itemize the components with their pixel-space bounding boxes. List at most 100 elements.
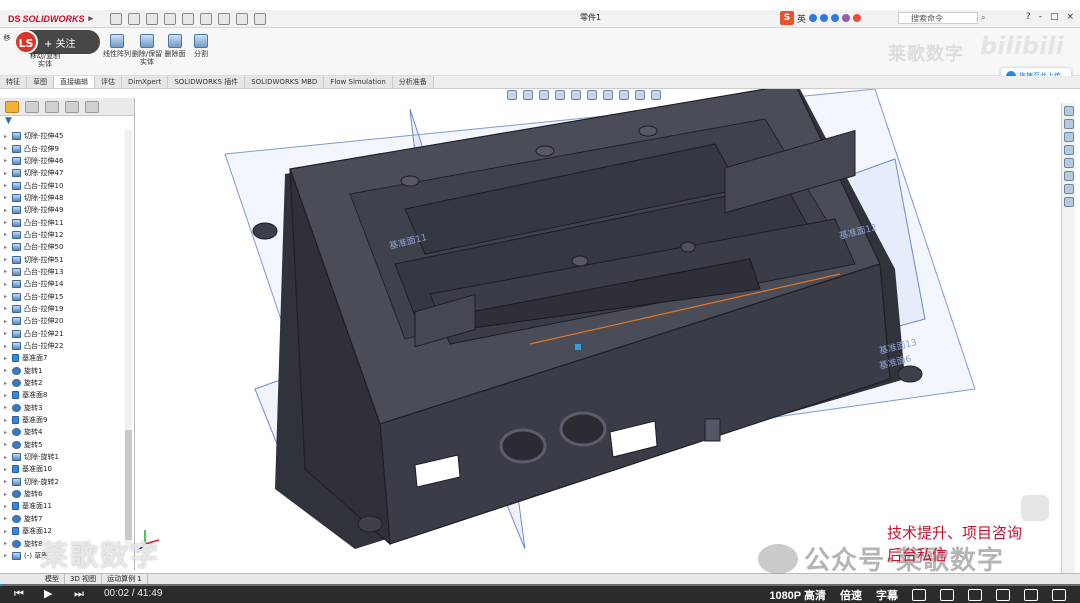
- settings-gear-icon[interactable]: [940, 589, 954, 601]
- sogou-ime-icon[interactable]: S: [780, 11, 794, 25]
- quality-button[interactable]: 1080P 高清: [769, 587, 826, 603]
- expand-arrow-icon[interactable]: ▸: [4, 454, 12, 461]
- expand-arrow-icon[interactable]: ▸: [4, 207, 12, 214]
- home-icon[interactable]: [1064, 106, 1074, 116]
- hide-show-items-icon[interactable]: [603, 90, 613, 100]
- expand-arrow-icon[interactable]: ▸: [4, 145, 12, 152]
- search-icon[interactable]: ⌕: [981, 13, 985, 23]
- search-box[interactable]: 搜索命令: [898, 12, 978, 24]
- filter-icon[interactable]: ▼: [0, 116, 134, 128]
- expand-arrow-icon[interactable]: ▸: [4, 392, 12, 399]
- tab-evaluate[interactable]: 评估: [95, 76, 122, 88]
- ime-language[interactable]: 英: [797, 12, 806, 25]
- expand-arrow-icon[interactable]: ▸: [4, 367, 12, 374]
- tree-item[interactable]: ▸ 切除-拉伸51: [0, 253, 124, 265]
- new-file-icon[interactable]: [110, 12, 122, 25]
- expand-arrow-icon[interactable]: ▸: [4, 429, 12, 436]
- zoom-to-fit-icon[interactable]: [507, 90, 517, 100]
- tab-model[interactable]: 模型: [40, 574, 65, 584]
- section-view-icon[interactable]: [555, 90, 565, 100]
- tree-item[interactable]: ▸ 凸台-拉伸11: [0, 216, 124, 228]
- ime-skin-icon[interactable]: [842, 14, 851, 22]
- tab-analysis-prep[interactable]: 分析准备: [392, 76, 434, 88]
- expand-arrow-icon[interactable]: ▸: [4, 231, 12, 238]
- tree-item[interactable]: ▸ 凸台-拉伸10: [0, 179, 124, 191]
- expand-arrow-icon[interactable]: ▸: [4, 281, 12, 288]
- tree-item[interactable]: ▸ 旋转7: [0, 513, 124, 525]
- restore-button[interactable]: □: [1050, 12, 1059, 22]
- view-settings-icon[interactable]: [651, 90, 661, 100]
- widescreen-icon[interactable]: [996, 589, 1010, 601]
- resources-icon[interactable]: [1064, 119, 1074, 129]
- tree-item[interactable]: ▸ 切除-拉伸48: [0, 192, 124, 204]
- ribbon-linear-pattern[interactable]: 线性阵列: [100, 34, 134, 58]
- apply-scene-icon[interactable]: [635, 90, 645, 100]
- expand-arrow-icon[interactable]: ▸: [4, 182, 12, 189]
- display-style-icon[interactable]: [587, 90, 597, 100]
- expand-arrow-icon[interactable]: ▸: [4, 343, 12, 350]
- tree-item[interactable]: ▸ 旋转1: [0, 365, 124, 377]
- rebuild-icon[interactable]: [218, 12, 230, 25]
- tree-item[interactable]: ▸ 旋转5: [0, 439, 124, 451]
- progress-bar[interactable]: [0, 584, 1080, 586]
- expand-arrow-icon[interactable]: ▸: [4, 441, 12, 448]
- feature-manager-tab-icon[interactable]: [5, 100, 19, 113]
- tree-item[interactable]: ▸ 凸台-拉伸9: [0, 142, 124, 154]
- ime-mic-icon[interactable]: [820, 14, 829, 22]
- channel-avatar[interactable]: LS: [14, 30, 38, 54]
- design-library-icon[interactable]: [1064, 132, 1074, 142]
- expand-arrow-icon[interactable]: ▸: [4, 133, 12, 140]
- tab-dimxpert[interactable]: DimXpert: [122, 76, 169, 88]
- dimxpert-manager-tab-icon[interactable]: [65, 100, 79, 113]
- previous-view-icon[interactable]: [539, 90, 549, 100]
- expand-arrow-icon[interactable]: ▸: [4, 417, 12, 424]
- file-explorer-icon[interactable]: [1064, 145, 1074, 155]
- print-icon[interactable]: [164, 12, 176, 25]
- tree-item[interactable]: ▸ 基准面7: [0, 352, 124, 364]
- tree-item[interactable]: ▸ 基准面8: [0, 389, 124, 401]
- subtitle-button[interactable]: 字幕: [876, 587, 898, 603]
- tab-sketch[interactable]: 草图: [27, 76, 54, 88]
- tree-item[interactable]: ▸ 切除-拉伸47: [0, 167, 124, 179]
- tree-item[interactable]: ▸ 旋转4: [0, 426, 124, 438]
- minimize-button[interactable]: -: [1039, 12, 1042, 22]
- expand-arrow-icon[interactable]: ▸: [4, 515, 12, 522]
- tree-item[interactable]: ▸ 凸台-拉伸14: [0, 278, 124, 290]
- edit-appearance-icon[interactable]: [619, 90, 629, 100]
- speed-button[interactable]: 倍速: [840, 587, 862, 603]
- tree-item[interactable]: ▸ 基准面11: [0, 500, 124, 512]
- expand-arrow-icon[interactable]: ▸: [4, 318, 12, 325]
- expand-arrow-icon[interactable]: ▸: [4, 244, 12, 251]
- fullscreen-icon[interactable]: [1052, 589, 1066, 601]
- ime-punctuation-icon[interactable]: [809, 14, 818, 22]
- command-search[interactable]: 搜索命令 ⌕: [898, 12, 985, 24]
- ribbon-move-copy-body[interactable]: 移动/复制实体: [28, 52, 62, 68]
- tree-item[interactable]: ▸ 切除-拉伸49: [0, 204, 124, 216]
- tree-item[interactable]: ▸ 旋转6: [0, 488, 124, 500]
- file-properties-icon[interactable]: [236, 12, 248, 25]
- view-palette-icon[interactable]: [1064, 158, 1074, 168]
- expand-arrow-icon[interactable]: ▸: [4, 355, 12, 362]
- zoom-area-icon[interactable]: [523, 90, 533, 100]
- expand-arrow-icon[interactable]: ▸: [4, 157, 12, 164]
- tree-item[interactable]: ▸ 切除-拉伸46: [0, 155, 124, 167]
- options-gear-icon[interactable]: [254, 12, 266, 25]
- expand-arrow-icon[interactable]: ▸: [4, 170, 12, 177]
- tree-item[interactable]: ▸ 凸台-拉伸12: [0, 229, 124, 241]
- tree-scrollbar[interactable]: [125, 130, 132, 550]
- solidworks-forum-icon[interactable]: [1064, 197, 1074, 207]
- graphics-area[interactable]: 基准面11 基准面12 基准面13 基准面6: [135, 89, 1061, 571]
- follow-button[interactable]: LS + 关注: [14, 30, 100, 54]
- ime-apps-icon[interactable]: [853, 14, 862, 22]
- expand-arrow-icon[interactable]: ▸: [4, 491, 12, 498]
- play-icon[interactable]: ▶: [44, 588, 60, 600]
- expand-arrow-icon[interactable]: ▸: [4, 194, 12, 201]
- tree-item[interactable]: ▸ 基准面10: [0, 463, 124, 475]
- tree-item[interactable]: ▸ 切除-拉伸45: [0, 130, 124, 142]
- next-icon[interactable]: ⏭: [74, 588, 90, 600]
- configuration-manager-tab-icon[interactable]: [45, 100, 59, 113]
- tab-mbd[interactable]: SOLIDWORKS MBD: [245, 76, 325, 88]
- tree-item[interactable]: ▸ 凸台-拉伸21: [0, 328, 124, 340]
- expand-arrow-icon[interactable]: ▸: [4, 219, 12, 226]
- expand-arrow-icon[interactable]: ▸: [4, 293, 12, 300]
